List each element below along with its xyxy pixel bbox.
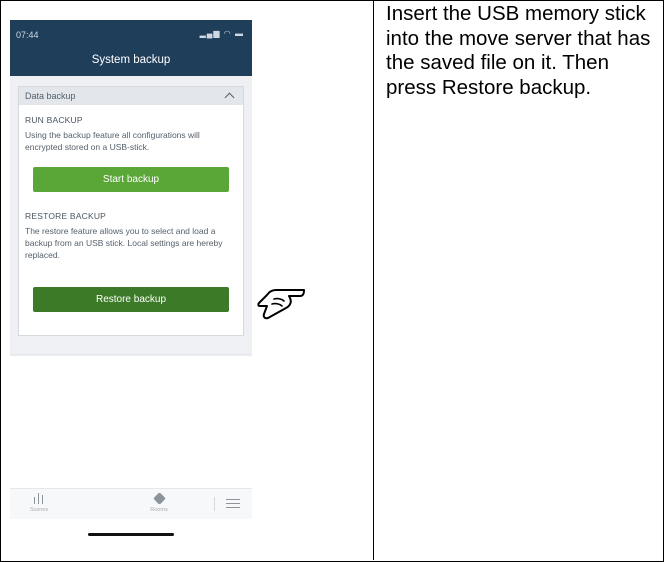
restore-backup-description: The restore feature allows you to select… bbox=[25, 226, 223, 260]
status-time: 07:44 bbox=[16, 30, 39, 40]
menu-icon[interactable] bbox=[226, 499, 240, 509]
restore-backup-button[interactable]: Restore backup bbox=[33, 287, 229, 312]
column-divider bbox=[373, 0, 374, 560]
app-header: 07:44 ▂▄▆ ◠ ▬ System backup bbox=[10, 20, 252, 76]
tab-scenes-label: Scenes bbox=[29, 507, 49, 513]
phone-screenshot: 07:44 ▂▄▆ ◠ ▬ System backup Data backup … bbox=[10, 20, 252, 545]
rooms-icon bbox=[152, 492, 166, 505]
card-header-label: Data backup bbox=[25, 91, 76, 101]
page-title: System backup bbox=[91, 54, 171, 66]
tab-separator bbox=[214, 497, 215, 511]
run-backup-title: RUN BACKUP bbox=[25, 115, 83, 125]
status-icons: ▂▄▆ ◠ ▬ bbox=[199, 29, 244, 38]
instruction-text: Insert the USB memory stick into the mov… bbox=[386, 2, 651, 99]
card-header[interactable]: Data backup bbox=[19, 87, 243, 105]
pointing-hand-icon bbox=[257, 289, 305, 320]
start-backup-button[interactable]: Start backup bbox=[33, 167, 229, 192]
tab-rooms[interactable]: Rooms bbox=[134, 492, 184, 514]
tab-rooms-label: Rooms bbox=[150, 507, 168, 513]
data-backup-card: Data backup RUN BACKUP Using the backup … bbox=[18, 86, 244, 336]
run-backup-description: Using the backup feature all configurati… bbox=[25, 130, 200, 152]
chevron-up-icon[interactable] bbox=[224, 92, 235, 103]
content-shadow bbox=[10, 354, 252, 357]
home-indicator bbox=[88, 533, 174, 536]
restore-backup-title: RESTORE BACKUP bbox=[25, 211, 107, 221]
scenes-icon bbox=[33, 493, 45, 504]
tab-scenes[interactable]: Scenes bbox=[14, 492, 64, 514]
bottom-tab-bar: Scenes Rooms bbox=[10, 488, 252, 519]
